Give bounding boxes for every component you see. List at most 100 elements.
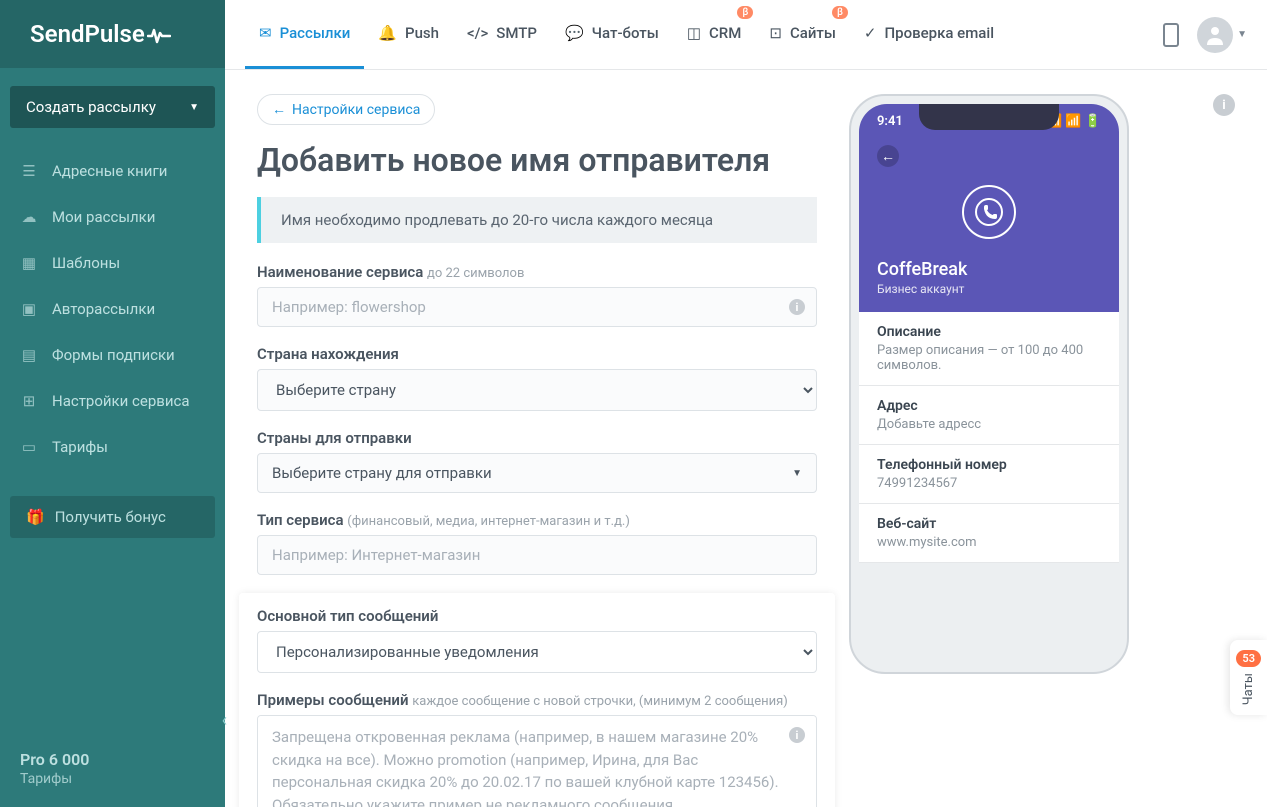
sliders-icon: ⊞	[20, 392, 38, 410]
sidebar-nav: ☰Адресные книги ☁ Мои рассылки ▦ Шаблоны ▣…	[0, 140, 225, 478]
chat-widget[interactable]: 53 Чаты	[1230, 640, 1267, 715]
topnav-push[interactable]: 🔔 Push	[364, 0, 453, 69]
topnav-sites[interactable]: ⊡ Сайты β	[755, 0, 850, 69]
nav-label: Адресные книги	[52, 162, 167, 180]
topnav-label: Рассылки	[280, 24, 351, 42]
sidebar-item-address-books[interactable]: ☰Адресные книги	[0, 148, 225, 194]
country-select[interactable]: Выберите страну	[257, 369, 817, 411]
upload-icon: ☁	[20, 208, 38, 226]
gift-icon: 🎁	[26, 508, 45, 526]
label-hint: (финансовый, медиа, интернет-магазин и т…	[347, 514, 630, 529]
info-value: Размер описания — от 100 до 400 символов…	[877, 343, 1101, 373]
bonus-button[interactable]: 🎁 Получить бонус	[10, 496, 215, 538]
info-icon[interactable]: i	[789, 727, 805, 743]
beta-badge: β	[832, 6, 848, 19]
label-text: Примеры сообщений	[257, 691, 409, 709]
form-icon: ▤	[20, 346, 38, 364]
chat-icon: 💬	[565, 24, 584, 42]
info-label: Веб-сайт	[877, 516, 1101, 532]
info-value: www.mysite.com	[877, 535, 1101, 550]
help-icon[interactable]: i	[1213, 94, 1235, 116]
beta-badge: β	[737, 6, 753, 19]
topnav: ✉Рассылки 🔔Push </>SMTP 💬Чат-боты ◫CRMβ …	[245, 0, 1159, 69]
back-link[interactable]: ← Настройки сервиса	[257, 94, 435, 125]
auto-icon: ▣	[20, 300, 38, 318]
info-label: Адрес	[877, 398, 1101, 414]
examples-label: Примеры сообщений каждое сообщение с нов…	[257, 691, 817, 709]
phone-mockup: 9:41 📶 📶 🔋 ← CoffeBreak Бизнес аккаунт	[849, 94, 1129, 674]
sidebar-item-automation[interactable]: ▣Авторассылки	[0, 286, 225, 332]
form-column: ← Настройки сервиса Добавить новое имя о…	[257, 94, 817, 783]
sidebar-item-pricing[interactable]: ▭Тарифы	[0, 424, 225, 470]
chevron-down-icon: ▼	[792, 468, 802, 479]
nav-label: Мои рассылки	[52, 208, 155, 226]
topnav-label: Сайты	[790, 24, 836, 42]
sidebar-item-forms[interactable]: ▤ Формы подписки	[0, 332, 225, 378]
mobile-icon[interactable]	[1163, 23, 1179, 47]
info-value: 74991234567	[877, 476, 1101, 491]
nav-label: Формы подписки	[52, 346, 175, 364]
field-msg-type: Основной тип сообщений Персонализированн…	[257, 607, 817, 673]
phone-back-button[interactable]: ←	[877, 145, 899, 167]
topnav-campaigns[interactable]: ✉ Рассылки	[245, 0, 364, 69]
chevron-down-icon[interactable]: ▼	[1237, 29, 1247, 40]
chevron-down-icon: ▼	[189, 102, 199, 113]
viber-logo-icon	[962, 185, 1016, 239]
plan-name: Pro 6 000	[20, 750, 205, 769]
back-link-text: Настройки сервиса	[292, 102, 420, 118]
topnav-smtp[interactable]: </>SMTP	[453, 0, 551, 69]
phone-screen: 9:41 📶 📶 🔋 ← CoffeBreak Бизнес аккаунт	[859, 104, 1119, 664]
mail-icon: ✉	[259, 24, 272, 42]
plan-pricing-link[interactable]: Тарифы	[20, 771, 205, 787]
info-icon[interactable]: i	[789, 299, 805, 315]
field-service-name: Наименование сервиса до 22 символов i	[257, 263, 817, 327]
nav-label: Шаблоны	[52, 254, 120, 272]
topbar-right: ▼	[1163, 17, 1247, 53]
topnav-label: CRM	[709, 24, 741, 42]
viber-header: ← CoffeBreak Бизнес аккаунт	[859, 133, 1119, 312]
create-campaign-button[interactable]: Создать рассылку ▼	[10, 86, 215, 128]
service-name-input[interactable]	[257, 287, 817, 327]
status-time: 9:41	[877, 114, 903, 129]
info-value: Добавьте адресс	[877, 417, 1101, 432]
site-icon: ⊡	[769, 24, 782, 42]
create-label: Создать рассылку	[26, 98, 156, 116]
info-label: Описание	[877, 324, 1101, 340]
brand-logo[interactable]: SendPulse	[0, 0, 225, 68]
template-icon: ▦	[20, 254, 38, 272]
service-name-label: Наименование сервиса до 22 символов	[257, 263, 817, 281]
check-icon: ✓	[864, 24, 877, 42]
topnav-label: Push	[405, 24, 439, 42]
nav-label: Настройки сервиса	[52, 392, 190, 410]
code-icon: </>	[467, 24, 488, 42]
avatar[interactable]	[1197, 17, 1233, 53]
examples-textarea[interactable]	[257, 715, 817, 807]
topnav-label: Чат-боты	[592, 24, 659, 42]
brand-text: SendPulse	[30, 20, 145, 48]
bell-icon: 🔔	[378, 24, 397, 42]
sidebar-item-my-campaigns[interactable]: ☁ Мои рассылки	[0, 194, 225, 240]
phone-notch	[919, 104, 1059, 130]
sidebar-item-templates[interactable]: ▦ Шаблоны	[0, 240, 225, 286]
field-country: Страна нахождения Выберите страну	[257, 345, 817, 411]
send-countries-label: Страны для отправки	[257, 429, 817, 447]
plan-info: Pro 6 000 Тарифы	[0, 730, 225, 807]
topbar: ✉Рассылки 🔔Push </>SMTP 💬Чат-боты ◫CRMβ …	[225, 0, 1267, 70]
crm-icon: ◫	[687, 24, 701, 42]
topnav-verify[interactable]: ✓Проверка email	[850, 0, 1008, 69]
chat-count-badge: 53	[1236, 650, 1261, 667]
send-countries-select[interactable]: Выберите страну для отправки▼	[257, 453, 817, 493]
topnav-chatbots[interactable]: 💬 Чат-боты	[551, 0, 673, 69]
preview-column: 9:41 📶 📶 🔋 ← CoffeBreak Бизнес аккаунт	[849, 94, 1149, 783]
label-text: Тип сервиса	[257, 511, 344, 529]
topnav-crm[interactable]: ◫ CRM β	[673, 0, 756, 69]
label-text: Наименование сервиса	[257, 263, 423, 281]
renewal-notice: Имя необходимо продлевать до 20-го числа…	[257, 197, 817, 243]
service-type-label: Тип сервиса (финансовый, медиа, интернет…	[257, 511, 817, 529]
sidebar: SendPulse Создать рассылку ▼ ☰Адресные к…	[0, 0, 225, 807]
msg-type-select[interactable]: Персонализированные уведомления	[257, 631, 817, 673]
service-type-input[interactable]	[257, 535, 817, 575]
page-title: Добавить новое имя отправителя	[257, 141, 817, 179]
content: i ← Настройки сервиса Добавить новое имя…	[225, 70, 1267, 807]
sidebar-item-settings[interactable]: ⊞ Настройки сервиса	[0, 378, 225, 424]
